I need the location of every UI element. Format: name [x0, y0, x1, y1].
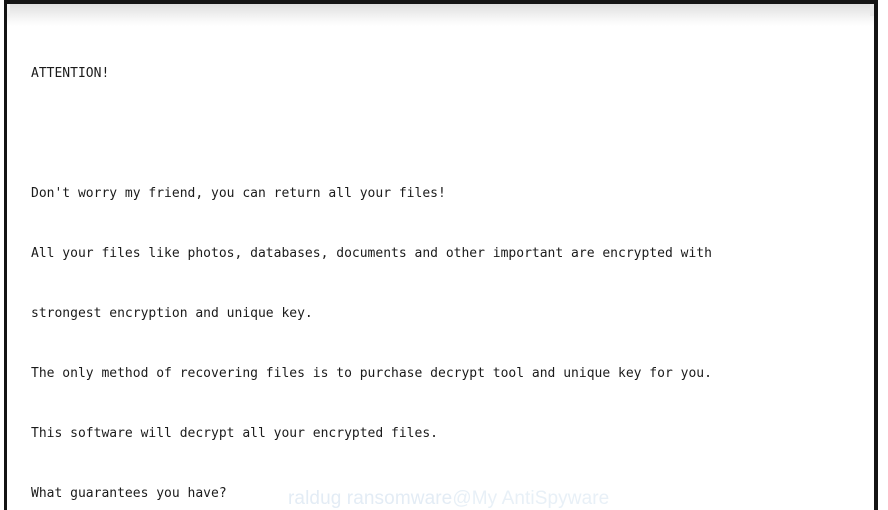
note-line-blank — [31, 124, 864, 144]
note-line-guarantees: What guarantees you have? — [31, 486, 227, 501]
window-top-gradient — [7, 4, 874, 26]
note-line-method: The only method of recovering files is t… — [31, 366, 712, 381]
ransom-note-text: ATTENTION! Don't worry my friend, you ca… — [31, 24, 864, 510]
note-line-heading: ATTENTION! — [31, 66, 110, 81]
note-line-intro: Don't worry my friend, you can return al… — [31, 186, 446, 201]
note-line-software: This software will decrypt all your encr… — [31, 426, 438, 441]
note-line-encrypted-2: strongest encryption and unique key. — [31, 306, 313, 321]
note-line-encrypted-1: All your files like photos, databases, d… — [31, 246, 712, 261]
document-frame: ATTENTION! Don't worry my friend, you ca… — [4, 0, 878, 510]
ransom-note-window: ATTENTION! Don't worry my friend, you ca… — [0, 0, 888, 510]
frame-corner-highlight-left — [7, 4, 10, 14]
frame-corner-highlight-right — [870, 4, 874, 16]
